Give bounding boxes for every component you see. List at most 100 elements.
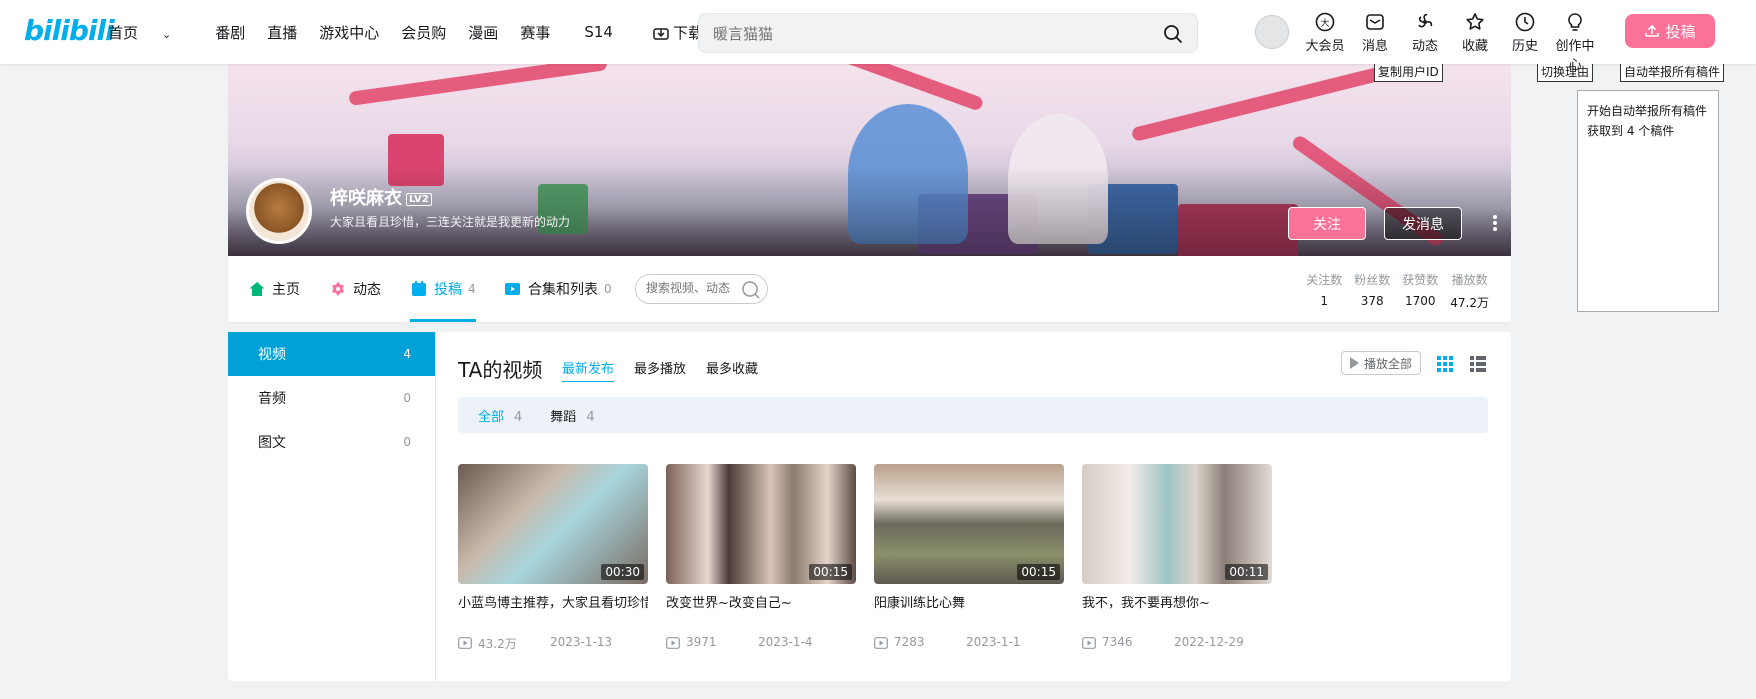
dynamic-icon (332, 281, 344, 297)
video-card[interactable]: 00:11 我不，我不要再想你~ 7346 2022-12-29 (1082, 464, 1272, 651)
report-log-panel: 开始自动举报所有稿件 获取到 4 个稿件 (1577, 90, 1719, 312)
dynamic-button[interactable]: 动态 (1400, 10, 1450, 73)
level-badge: LV2 (406, 192, 432, 206)
history-button[interactable]: 历史 (1500, 10, 1550, 73)
collection-icon (505, 283, 520, 295)
nav-home[interactable]: 首页 ⌄ (108, 22, 193, 43)
nav-live[interactable]: 直播 (267, 22, 297, 43)
play-count-icon (874, 637, 888, 649)
tab-collections[interactable]: 合集和列表 0 (504, 256, 612, 322)
videos-title: TA的视频 (458, 358, 543, 382)
vip-icon: 大 (1315, 12, 1335, 32)
stat-followers[interactable]: 粉丝数 378 (1354, 271, 1390, 311)
filter-dance[interactable]: 舞蹈 4 (550, 406, 594, 425)
filter-all[interactable]: 全部 4 (478, 406, 522, 425)
log-line: 获取到 4 个稿件 (1587, 124, 1675, 138)
upload-icon (412, 281, 426, 296)
tab-uploads[interactable]: 投稿 4 (410, 256, 476, 322)
video-thumbnail[interactable]: 00:15 (666, 464, 856, 584)
creator-icon (1568, 13, 1582, 31)
sidebar-item-audio[interactable]: 音频 0 (228, 376, 435, 420)
play-count-icon (458, 637, 472, 649)
user-signature: 大家且看且珍惜，三连关注就是我更新的动力 (330, 215, 571, 229)
top-nav-links: 首页⌄ 番剧 直播 游戏中心 会员购 漫画 赛事 S14 下载客户端 (108, 0, 792, 64)
sidebar-item-video[interactable]: 视频 4 (228, 332, 435, 376)
video-card[interactable]: 00:30 小蓝鸟博主推荐，大家且看切珍惜~ 43.2万 2023-1-13 (458, 464, 648, 651)
video-meta: 7283 2023-1-1 (874, 635, 1064, 651)
play-all-button[interactable]: 播放全部 (1341, 351, 1421, 375)
message-button[interactable]: 消息 (1350, 10, 1400, 73)
nav-esports[interactable]: 赛事 (520, 22, 550, 43)
favorite-icon (1466, 13, 1484, 30)
play-count-icon (666, 637, 680, 649)
video-duration: 00:11 (1225, 564, 1268, 580)
favorite-button[interactable]: 收藏 (1450, 10, 1500, 73)
profile-search-box (635, 274, 768, 304)
sort-most-played[interactable]: 最多播放 (634, 358, 686, 382)
video-title[interactable]: 阳康训练比心舞 (874, 592, 1064, 611)
search-icon[interactable] (1163, 24, 1183, 44)
user-stats: 关注数 1 粉丝数 378 获赞数 1700 播放数 47.2万 (1294, 271, 1489, 311)
video-title[interactable]: 改变世界~改变自己~ (666, 592, 856, 611)
nav-anime[interactable]: 番剧 (215, 22, 245, 43)
more-options-icon[interactable] (1492, 213, 1498, 233)
stat-likes: 获赞数 1700 (1402, 273, 1439, 308)
video-thumbnail[interactable]: 00:15 (874, 464, 1064, 584)
chevron-down-icon: ⌄ (162, 27, 172, 41)
sort-latest[interactable]: 最新发布 (562, 358, 615, 382)
tab-dynamic[interactable]: 动态 (329, 256, 381, 322)
follow-button[interactable]: 关注 (1288, 207, 1366, 240)
video-meta: 43.2万 2023-1-13 (458, 635, 648, 651)
content-sidebar: 视频 4 音频 0 图文 0 (228, 332, 436, 681)
svg-text:大: 大 (1320, 17, 1329, 29)
log-line: 开始自动举报所有稿件 (1587, 104, 1708, 118)
upload-icon (1645, 24, 1660, 37)
video-card[interactable]: 00:15 阳康训练比心舞 7283 2023-1-1 (874, 464, 1064, 651)
sort-options: 最新发布 最多播放 最多收藏 (562, 358, 778, 382)
video-meta: 3971 2023-1-4 (666, 635, 856, 651)
video-card[interactable]: 00:15 改变世界~改变自己~ 3971 2023-1-4 (666, 464, 856, 651)
video-title[interactable]: 小蓝鸟博主推荐，大家且看切珍惜~ (458, 592, 648, 611)
grid-view-icon[interactable] (1437, 356, 1453, 372)
ribbon-decoration (791, 64, 985, 112)
sidebar-item-article[interactable]: 图文 0 (228, 420, 435, 464)
ribbon-decoration (348, 64, 608, 107)
tab-home[interactable]: 主页 (248, 256, 300, 322)
user-avatar[interactable] (1255, 15, 1289, 49)
bilibili-logo[interactable]: bilibili (24, 14, 115, 47)
stat-following[interactable]: 关注数 1 (1306, 271, 1342, 311)
profile-avatar[interactable] (246, 178, 312, 244)
video-title[interactable]: 我不，我不要再想你~ (1082, 592, 1272, 611)
profile-tabs: 主页 动态 投稿4 合集和列表0 关注数1 粉丝数378 获赞数1700 播放数… (228, 256, 1511, 322)
stat-plays: 播放数 47.2万 (1450, 273, 1489, 310)
username: 梓咲麻衣 LV2 (330, 184, 432, 210)
category-filter: 全部 4 舞蹈 4 (458, 397, 1488, 433)
video-thumbnail[interactable]: 00:30 (458, 464, 648, 584)
profile-search-input[interactable] (646, 281, 738, 295)
search-input[interactable] (713, 23, 1143, 45)
search-icon[interactable] (741, 280, 761, 300)
video-meta: 7346 2022-12-29 (1082, 635, 1272, 651)
nav-s14[interactable]: S14 (584, 23, 613, 41)
history-icon (1515, 12, 1535, 32)
sort-most-favorited[interactable]: 最多收藏 (706, 358, 758, 382)
video-thumbnail[interactable]: 00:11 (1082, 464, 1272, 584)
video-duration: 00:15 (1017, 564, 1060, 580)
download-icon (653, 27, 669, 40)
creator-center-button[interactable]: 创作中心 (1550, 10, 1600, 73)
video-duration: 00:30 (601, 564, 644, 580)
upload-button[interactable]: 投稿 (1625, 14, 1715, 48)
vip-button[interactable]: 大大会员 (1300, 10, 1350, 73)
dynamic-icon (1418, 13, 1433, 28)
nav-mall[interactable]: 会员购 (401, 22, 446, 43)
send-message-button[interactable]: 发消息 (1384, 207, 1462, 240)
uploads-content: 视频 4 音频 0 图文 0 TA的视频 最新发布 最多播放 最多收藏 播放全部 全部… (228, 332, 1511, 681)
list-view-icon[interactable] (1470, 356, 1486, 372)
message-icon (1366, 14, 1384, 30)
top-icon-bar: 大大会员 消息 动态 收藏 历史 创作中心 (1300, 10, 1600, 73)
nav-game-center[interactable]: 游戏中心 (319, 22, 379, 43)
play-count-icon (1082, 637, 1096, 649)
top-navbar: bilibili 首页⌄ 番剧 直播 游戏中心 会员购 漫画 赛事 S14 下载… (0, 0, 1756, 73)
video-duration: 00:15 (809, 564, 852, 580)
nav-manga[interactable]: 漫画 (468, 22, 498, 43)
